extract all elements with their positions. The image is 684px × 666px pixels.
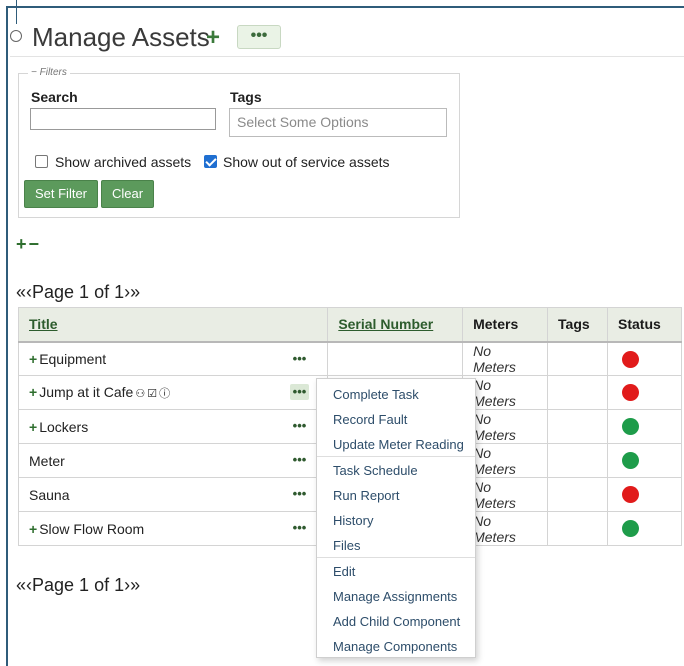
tags-cell xyxy=(547,477,609,512)
asset-title[interactable]: Slow Flow Room xyxy=(39,521,144,537)
expand-row-icon[interactable]: + xyxy=(29,384,37,400)
menu-item-manage-components[interactable]: Manage Components xyxy=(333,639,457,654)
add-asset-button[interactable]: + xyxy=(206,26,220,50)
show-archived-label: Show archived assets xyxy=(55,154,192,170)
asset-title[interactable]: Jump at it Cafe xyxy=(39,384,133,400)
menu-item-history[interactable]: History xyxy=(333,513,373,528)
last-page-button[interactable]: » xyxy=(130,575,140,595)
check-square-icon: ☑ xyxy=(147,388,158,400)
row-more-button[interactable]: ••• xyxy=(290,418,310,434)
status-cell xyxy=(607,375,682,410)
title-cell: + Slow Flow Room ••• xyxy=(17,511,329,546)
meters-column-header: Meters xyxy=(462,307,549,343)
asset-title[interactable]: Lockers xyxy=(39,419,88,435)
tags-column-header: Tags xyxy=(547,307,609,343)
asset-title[interactable]: Meter xyxy=(29,453,65,469)
menu-item-edit[interactable]: Edit xyxy=(333,564,355,579)
status-indicator-icon xyxy=(622,418,640,436)
page-title: Manage Assets xyxy=(32,22,210,52)
menu-item-manage-assignments[interactable]: Manage Assignments xyxy=(333,589,457,604)
pager-bottom: «‹Page 1 of 1›» xyxy=(16,575,140,596)
menu-separator xyxy=(317,456,475,457)
page-indicator: Page 1 of 1 xyxy=(32,282,125,302)
table-row: + Equipment ••• No Meters xyxy=(17,341,682,376)
tags-cell xyxy=(547,409,609,444)
tags-cell xyxy=(547,375,609,410)
last-page-button[interactable]: » xyxy=(130,282,140,302)
serial-column-header[interactable]: Serial Number xyxy=(327,307,464,343)
menu-item-task-schedule[interactable]: Task Schedule xyxy=(333,463,418,478)
status-indicator-icon xyxy=(622,452,640,470)
status-indicator-icon xyxy=(622,350,640,368)
title-cell: + Equipment ••• xyxy=(17,341,329,376)
menu-item-add-child-component[interactable]: Add Child Component xyxy=(333,614,460,629)
row-more-button[interactable]: ••• xyxy=(290,351,310,367)
title-cell: Meter ••• xyxy=(17,443,329,478)
title-cell: Sauna ••• xyxy=(17,477,329,512)
status-cell xyxy=(607,477,682,512)
status-indicator-icon xyxy=(622,486,640,504)
filters-legend[interactable]: − Filters xyxy=(28,67,70,78)
header-divider xyxy=(10,56,684,57)
expand-all-button[interactable]: + xyxy=(16,234,29,254)
search-input[interactable] xyxy=(30,108,216,130)
asset-title[interactable]: Equipment xyxy=(39,351,106,367)
first-page-button[interactable]: « xyxy=(16,575,26,595)
row-context-menu: Complete Task Record Fault Update Meter … xyxy=(316,378,476,658)
status-cell xyxy=(607,443,682,478)
row-more-button[interactable]: ••• xyxy=(290,452,310,468)
status-indicator-icon xyxy=(622,384,640,402)
status-cell xyxy=(607,409,682,444)
tags-cell xyxy=(547,443,609,478)
tags-label: Tags xyxy=(230,89,262,105)
status-indicator-icon xyxy=(622,520,640,538)
collapse-icon: − xyxy=(31,67,37,78)
expand-row-icon[interactable]: + xyxy=(29,351,37,367)
menu-item-update-meter-reading[interactable]: Update Meter Reading xyxy=(333,437,464,452)
frame-tick xyxy=(16,0,17,24)
pager-top: «‹Page 1 of 1›» xyxy=(16,282,140,303)
row-more-button[interactable]: ••• xyxy=(290,520,310,536)
page-more-button[interactable]: ••• xyxy=(237,25,281,49)
title-cell: + Lockers ••• xyxy=(17,409,329,444)
tags-cell xyxy=(547,341,609,376)
menu-item-record-fault[interactable]: Record Fault xyxy=(333,412,407,427)
show-out-of-service-checkbox[interactable] xyxy=(204,155,217,168)
collapse-all-button[interactable]: − xyxy=(29,234,42,254)
title-column-header[interactable]: Title xyxy=(17,307,329,343)
menu-item-files[interactable]: Files xyxy=(333,538,360,553)
status-column-header: Status xyxy=(607,307,682,343)
expand-collapse-controls: +− xyxy=(16,234,41,255)
row-more-button[interactable]: ••• xyxy=(290,486,310,502)
status-cell xyxy=(607,341,682,376)
clear-button[interactable]: Clear xyxy=(101,180,154,208)
serial-cell xyxy=(327,341,464,376)
set-filter-button[interactable]: Set Filter xyxy=(24,180,98,208)
row-more-button[interactable]: ••• xyxy=(289,384,310,400)
search-label: Search xyxy=(31,89,78,105)
show-archived-checkbox[interactable] xyxy=(35,155,48,168)
menu-separator xyxy=(317,557,475,558)
menu-item-run-report[interactable]: Run Report xyxy=(333,488,399,503)
status-cell xyxy=(607,511,682,546)
meters-cell: No Meters xyxy=(462,341,549,376)
menu-item-complete-task[interactable]: Complete Task xyxy=(333,387,419,402)
expand-row-icon[interactable]: + xyxy=(29,521,37,537)
title-cell: + Jump at it Cafe ⚇ ☑ ⓘ ••• xyxy=(17,375,329,410)
tags-cell xyxy=(547,511,609,546)
expand-row-icon[interactable]: + xyxy=(29,419,37,435)
show-out-of-service-label: Show out of service assets xyxy=(223,154,390,170)
table-header-row: Title Serial Number Meters Tags Status xyxy=(17,307,682,343)
exclamation-circle-icon: ⓘ xyxy=(159,388,171,400)
tags-select[interactable]: Select Some Options xyxy=(229,108,447,137)
select-radio[interactable] xyxy=(10,30,22,42)
page-indicator: Page 1 of 1 xyxy=(32,575,125,595)
asset-title[interactable]: Sauna xyxy=(29,487,69,503)
group-icon: ⚇ xyxy=(135,388,146,400)
first-page-button[interactable]: « xyxy=(16,282,26,302)
